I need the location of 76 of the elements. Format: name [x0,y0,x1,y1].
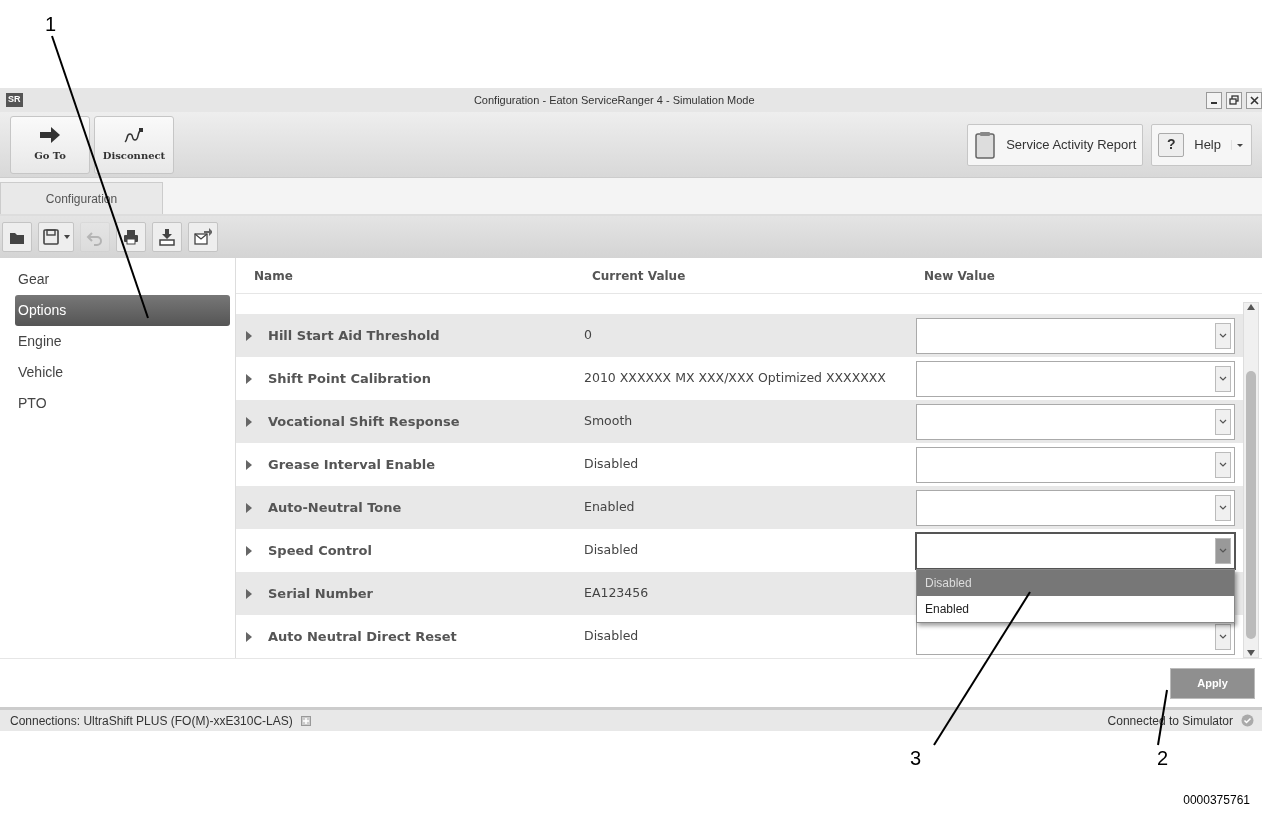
send-button[interactable] [188,222,218,252]
expand-icon[interactable] [246,330,252,341]
setting-name: Grease Interval Enable [268,455,435,474]
current-value: 2010 XXXXXX MX XXX/XXX Optimized XXXXXXX [584,369,887,388]
figure-number: 0000375761 [1183,792,1250,809]
chevron-down-icon [1219,462,1227,467]
callout-number: 2 [1157,748,1169,768]
disconnect-button[interactable]: Disconnect [94,115,174,174]
window-title: Configuration - Eaton ServiceRanger 4 - Simulation Mode [472,92,756,108]
chevron-down-icon [1219,548,1227,553]
scroll-up-icon[interactable] [1247,303,1255,311]
current-value: Smooth [584,412,634,431]
connection-status: Connections: UltraShift PLUS (FO(M)-xxE310C-LAS) [10,712,293,730]
expand-icon[interactable] [246,373,252,384]
current-value: Disabled [584,541,640,560]
setting-name: Serial Number [268,584,373,603]
scrollbar[interactable] [1243,302,1259,658]
column-header: New Value [924,267,996,285]
chevron-down-icon [1219,376,1227,381]
cable-icon [123,126,145,144]
clipboard-icon [974,130,997,159]
setting-name: Auto-Neutral Tone [268,498,402,517]
sidebar-item[interactable]: Vehicle [15,357,230,388]
dropdown-option[interactable]: Enabled [917,595,1234,622]
current-value: Enabled [584,498,636,517]
callout-number: 1 [45,14,57,34]
app-logo: SR [6,93,23,107]
caret-down-icon [1231,139,1245,150]
setting-name: Speed Control [268,541,372,560]
column-header: Current Value [592,267,687,285]
sidebar-item[interactable]: Engine [15,326,230,357]
setting-name: Auto Neutral Direct Reset [268,627,457,646]
scroll-down-icon[interactable] [1247,649,1255,657]
new-value-dropdown[interactable] [916,532,1235,569]
printer-icon [122,228,140,246]
sidebar-item[interactable]: PTO [15,388,230,419]
download-button[interactable] [152,222,182,252]
help-button[interactable]: ? Help [1151,123,1252,166]
caret-down-icon [64,235,70,239]
chevron-down-icon [1219,634,1227,639]
close-icon [1249,95,1259,105]
plus-box-icon[interactable] [300,715,311,726]
check-circle-icon [1241,714,1254,727]
open-button[interactable] [2,222,32,252]
current-value: Disabled [584,627,640,646]
download-tray-icon [158,228,176,246]
envelope-arrow-icon [194,228,212,246]
column-header: Name [254,267,294,285]
save-button[interactable] [38,222,74,252]
service-activity-report-button[interactable]: Service Activity Report [967,123,1144,166]
sidebar-item[interactable]: Options [15,295,230,326]
expand-icon[interactable] [246,545,252,556]
minimize-button[interactable] [1206,91,1222,109]
go-to-button[interactable]: Go To [10,115,90,174]
expand-icon[interactable] [246,502,252,513]
callout-number: 3 [910,748,922,768]
current-value: 0 [584,326,593,345]
setting-name: Shift Point Calibration [268,369,431,388]
restore-icon [1229,95,1239,105]
restore-button[interactable] [1226,91,1242,109]
arrow-right-icon [39,126,61,144]
expand-icon[interactable] [246,416,252,427]
chevron-down-icon [1219,333,1227,338]
help-icon: ? [1158,132,1185,157]
current-value: EA123456 [584,584,650,603]
expand-icon[interactable] [246,588,252,599]
sidebar-item[interactable]: Gear [15,264,230,295]
current-value: Disabled [584,455,640,474]
expand-icon[interactable] [246,631,252,642]
chevron-down-icon [1219,505,1227,510]
print-button[interactable] [116,222,146,252]
chevron-down-icon [1219,419,1227,424]
close-button[interactable] [1246,91,1262,109]
setting-name: Vocational Shift Response [268,412,460,431]
expand-icon[interactable] [246,459,252,470]
setting-name: Hill Start Aid Threshold [268,326,440,345]
